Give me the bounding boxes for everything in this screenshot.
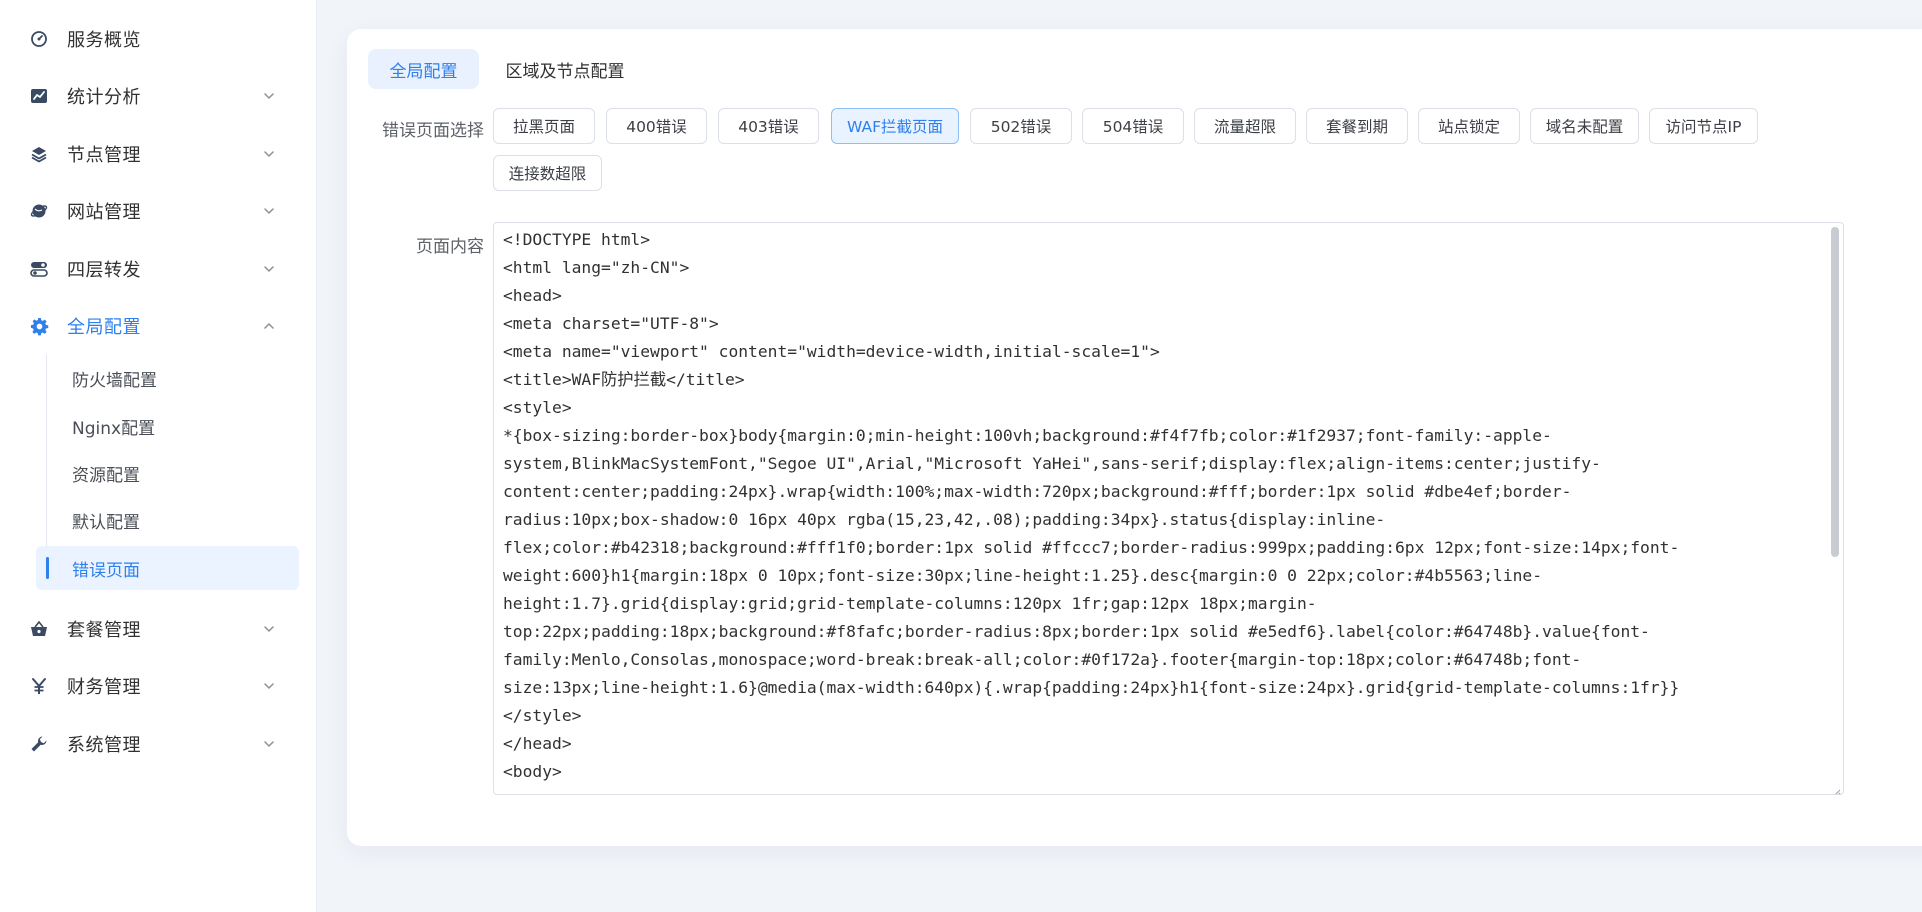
- error-page-option-label: 连接数超限: [508, 165, 587, 183]
- sidebar: 服务概览 统计分析 节点管理 网站管理 四层转发 全局配置 防火墙配置 Ngin…: [0, 0, 317, 912]
- gauge-icon: [29, 29, 49, 49]
- chart-icon: [29, 86, 49, 106]
- chevron-down-icon: [262, 262, 276, 276]
- tab-region-node-config[interactable]: 区域及节点配置: [495, 49, 635, 89]
- error-page-option-traffic-exceeded[interactable]: 流量超限: [1194, 108, 1296, 144]
- error-page-option-connection-exceeded[interactable]: 连接数超限: [493, 155, 602, 191]
- sidebar-subitem-nginx-config[interactable]: Nginx配置: [36, 404, 299, 448]
- chevron-down-icon: [262, 737, 276, 751]
- sidebar-item-statistics[interactable]: 统计分析: [0, 68, 317, 124]
- error-page-option-400[interactable]: 400错误: [606, 108, 707, 144]
- chevron-down-icon: [262, 622, 276, 636]
- sidebar-item-layer4-forwarding[interactable]: 四层转发: [0, 241, 317, 297]
- sidebar-item-website-management[interactable]: 网站管理: [0, 183, 317, 239]
- scrollbar[interactable]: [1828, 224, 1842, 793]
- sidebar-item-service-overview[interactable]: 服务概览: [0, 11, 317, 67]
- error-page-option-502[interactable]: 502错误: [970, 108, 1072, 144]
- error-page-option-package-expired[interactable]: 套餐到期: [1306, 108, 1408, 144]
- sidebar-subitem-label: 资源配置: [72, 465, 140, 486]
- sidebar-item-label: 网站管理: [67, 202, 141, 223]
- sidebar-subitem-label: Nginx配置: [72, 418, 156, 439]
- active-indicator: [46, 557, 49, 579]
- error-page-option-label: 502错误: [990, 118, 1052, 136]
- chevron-up-icon: [262, 319, 276, 333]
- scrollbar-thumb[interactable]: [1831, 227, 1839, 557]
- layers-icon: [29, 144, 49, 164]
- sidebar-item-label: 四层转发: [67, 260, 141, 281]
- tab-label: 全局配置: [389, 61, 458, 82]
- error-page-option-label: 域名未配置: [1545, 118, 1624, 136]
- sidebar-item-finance-management[interactable]: 财务管理: [0, 658, 317, 714]
- sidebar-subitem-label: 错误页面: [72, 560, 140, 581]
- tab-label: 区域及节点配置: [505, 61, 625, 82]
- sidebar-item-package-management[interactable]: 套餐管理: [0, 601, 317, 657]
- error-page-option-waf[interactable]: WAF拦截页面: [831, 108, 959, 144]
- error-page-select-label: 错误页面选择: [382, 121, 484, 141]
- tab-global-config[interactable]: 全局配置: [368, 49, 479, 89]
- error-page-option-403[interactable]: 403错误: [718, 108, 819, 144]
- sidebar-item-global-config[interactable]: 全局配置: [0, 298, 317, 354]
- error-page-option-label: 400错误: [626, 118, 687, 136]
- sidebar-subitem-default-config[interactable]: 默认配置: [36, 498, 299, 542]
- sidebar-subitem-firewall-config[interactable]: 防火墙配置: [36, 356, 299, 400]
- sidebar-item-node-management[interactable]: 节点管理: [0, 126, 317, 182]
- sidebar-subitem-label: 默认配置: [72, 512, 140, 533]
- error-page-option-label: 访问节点IP: [1665, 118, 1742, 136]
- sidebar-item-label: 服务概览: [67, 30, 141, 51]
- chevron-down-icon: [262, 89, 276, 103]
- sidebar-item-label: 系统管理: [67, 735, 141, 756]
- error-page-option-label: 403错误: [738, 118, 799, 136]
- globe-icon: [29, 201, 49, 221]
- sidebar-item-label: 节点管理: [67, 145, 141, 166]
- page-content-textarea[interactable]: <!DOCTYPE html> <html lang="zh-CN"> <hea…: [493, 222, 1844, 795]
- chevron-down-icon: [262, 204, 276, 218]
- chevron-down-icon: [262, 679, 276, 693]
- error-page-option-blacklist[interactable]: 拉黑页面: [493, 108, 595, 144]
- sidebar-item-system-management[interactable]: 系统管理: [0, 716, 317, 772]
- yen-icon: [29, 676, 49, 696]
- error-page-option-504[interactable]: 504错误: [1082, 108, 1184, 144]
- gear-icon: [29, 316, 49, 336]
- resize-handle-icon[interactable]: [1831, 782, 1841, 794]
- sidebar-item-label: 套餐管理: [67, 620, 141, 641]
- chevron-down-icon: [262, 147, 276, 161]
- page-content-label: 页面内容: [416, 237, 484, 257]
- error-page-option-site-locked[interactable]: 站点锁定: [1418, 108, 1520, 144]
- sidebar-item-label: 全局配置: [67, 317, 141, 338]
- sidebar-item-label: 财务管理: [67, 677, 141, 698]
- page-content-text: <!DOCTYPE html> <html lang="zh-CN"> <hea…: [503, 230, 1680, 781]
- error-page-option-label: 站点锁定: [1437, 118, 1500, 136]
- toggle-icon: [29, 259, 49, 279]
- sidebar-subitem-resource-config[interactable]: 资源配置: [36, 451, 299, 495]
- sidebar-item-label: 统计分析: [67, 87, 141, 108]
- error-page-option-access-node-ip[interactable]: 访问节点IP: [1649, 108, 1758, 144]
- wrench-icon: [29, 734, 49, 754]
- error-page-option-domain-unconfigured[interactable]: 域名未配置: [1530, 108, 1639, 144]
- sidebar-subitem-error-page[interactable]: 错误页面: [36, 546, 299, 590]
- error-page-option-label: 拉黑页面: [512, 118, 575, 136]
- error-page-option-label: 流量超限: [1213, 118, 1276, 136]
- sidebar-subitem-label: 防火墙配置: [72, 370, 157, 391]
- error-page-option-label: 套餐到期: [1325, 118, 1388, 136]
- error-page-option-label: WAF拦截页面: [847, 118, 943, 136]
- basket-icon: [29, 619, 49, 639]
- main-card: 全局配置 区域及节点配置 错误页面选择 拉黑页面 400错误 403错误 WAF…: [347, 29, 1922, 846]
- error-page-option-label: 504错误: [1102, 118, 1164, 136]
